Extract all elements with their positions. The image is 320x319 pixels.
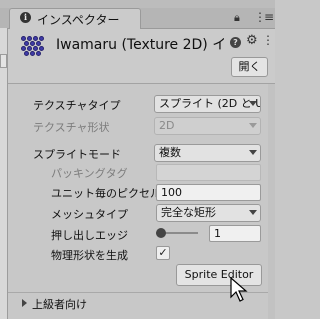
texture-icon (21, 36, 44, 58)
texture-type-dropdown[interactable]: スプライト (2D と UI) (154, 95, 261, 113)
pixels-per-unit-label: ユニット毎のピクセル数 (51, 187, 172, 200)
chevron-down-icon (249, 101, 257, 106)
tab-menu-icon[interactable]: ⋮≡ (254, 10, 274, 24)
texture-shape-label: テクスチャ形状 (33, 121, 110, 134)
more-icon[interactable]: ⋮ (262, 33, 274, 47)
sprite-editor-button[interactable]: Sprite Editor (176, 264, 262, 286)
left-panel-button[interactable] (0, 54, 7, 68)
extrude-edges-label: 押し出しエッジ (51, 229, 128, 242)
extrude-edges-field[interactable]: 1 (209, 225, 261, 242)
mesh-type-value: 完全な矩形 (161, 206, 216, 219)
sprite-mode-dropdown[interactable]: 複数 (154, 144, 261, 162)
extrude-edges-slider-handle[interactable] (155, 228, 166, 238)
sprite-mode-label: スプライトモード (33, 148, 121, 161)
help-icon[interactable]: ? (230, 37, 241, 48)
mouse-cursor-icon (230, 277, 248, 302)
advanced-foldout[interactable]: 上級者向け (32, 296, 87, 312)
left-panel-edge (0, 28, 8, 319)
top-strip (0, 0, 275, 8)
pixels-per-unit-field[interactable]: 100 (156, 184, 261, 201)
texture-shape-dropdown: 2D (154, 117, 261, 135)
scrollbar[interactable] (268, 84, 275, 319)
info-icon: i (20, 12, 31, 23)
chevron-down-icon (249, 123, 257, 128)
packing-tag-label: パッキングタグ (51, 167, 128, 180)
chevron-down-icon (249, 150, 257, 155)
physics-shape-label: 物理形状を生成 (51, 249, 128, 262)
chevron-down-icon (249, 210, 257, 215)
chevron-right-icon[interactable] (22, 299, 27, 307)
settings-icon[interactable]: ⚙ (246, 33, 258, 48)
texture-shape-value: 2D (159, 119, 175, 132)
tab-title: インスペクター (37, 13, 120, 27)
physics-shape-checkbox[interactable]: ✓ (156, 246, 170, 260)
open-button[interactable]: 開く (231, 57, 268, 77)
asset-title: Iwamaru (Texture 2D) インポート設定 (56, 37, 224, 53)
packing-tag-field (156, 164, 261, 181)
texture-type-value: スプライト (2D と UI) (159, 97, 261, 110)
sprite-mode-value: 複数 (159, 146, 181, 159)
texture-type-label: テクスチャタイプ (33, 99, 121, 112)
lock-icon[interactable]: 🔒︎ (234, 11, 240, 25)
mesh-type-dropdown[interactable]: 完全な矩形 (156, 204, 261, 222)
mesh-type-label: メッシュタイプ (51, 208, 128, 221)
